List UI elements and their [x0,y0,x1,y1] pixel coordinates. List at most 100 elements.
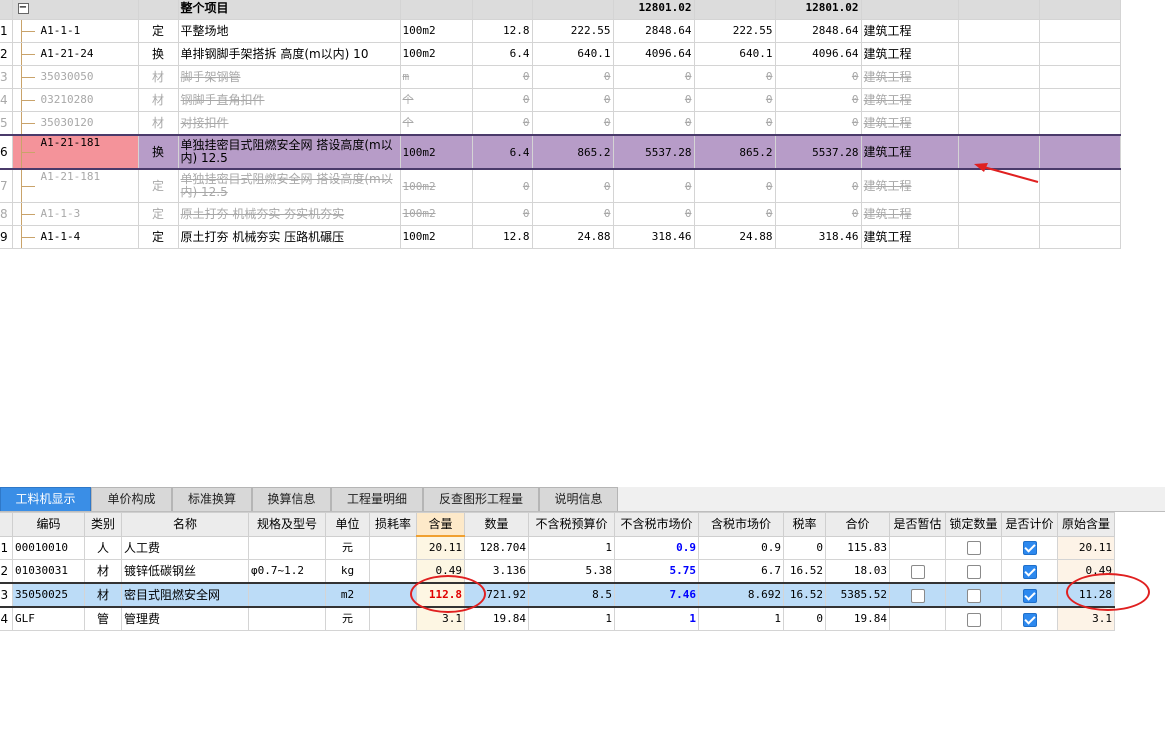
item-unit[interactable]: 100m2 [399,202,473,226]
item-category[interactable]: 建筑工程 [860,88,959,112]
resource-tax-market-price[interactable]: 1 [698,606,784,631]
column-header-1[interactable]: 编码 [12,512,85,537]
item-unit-price-2[interactable]: 0 [693,168,776,203]
item-total-2[interactable]: 0 [774,111,862,136]
item-row[interactable]: 4 03210280 材钢脚手直角扣件个 0 0 0 0 0 建筑工程 [0,88,1121,112]
lock-quantity-checkbox[interactable] [945,535,1002,560]
item-row[interactable]: 7 A1-21-181 定单独挂密目式阻燃安全网 搭设高度(m以内) 12.5 100… [0,168,1121,203]
tab-6[interactable]: 反查图形工程量 [423,487,539,511]
empty-cell[interactable] [1038,65,1121,89]
item-unit[interactable]: 100m2 [399,134,473,170]
row-number[interactable]: 4 [0,88,13,112]
resource-total[interactable]: 115.83 [825,535,890,560]
item-total-2[interactable]: 318.46 [774,225,862,249]
checkbox[interactable] [1022,541,1037,556]
empty-cell[interactable] [1038,225,1121,249]
is-priced-checkbox[interactable] [1001,535,1058,560]
row-number[interactable]: 5 [0,111,13,136]
is-estimate-checkbox[interactable] [889,606,946,631]
empty-cell[interactable] [957,65,1040,89]
item-name[interactable]: 原土打夯 机械夯实 压路机碾压 [177,225,401,249]
column-header-9[interactable]: 不含税预算价 [528,512,615,537]
column-header-16[interactable]: 是否计价 [1001,512,1058,537]
item-name[interactable]: 单独挂密目式阻燃安全网 搭设高度(m以内) 12.5 [177,134,401,170]
checkbox[interactable] [966,588,981,603]
checkbox[interactable] [1022,588,1037,603]
row-number[interactable]: 1 [0,535,13,560]
resource-code[interactable]: 00010010 [12,535,85,560]
item-row[interactable]: 2 A1-21-24 换单排钢脚手架搭拆 高度(m以内) 10 100m2 6.4 640… [0,42,1121,66]
lock-quantity-checkbox[interactable] [945,582,1002,608]
resource-original-content[interactable]: 0.49 [1057,559,1115,584]
item-unit-price[interactable]: 222.55 [531,19,614,43]
resource-budget-price[interactable]: 5.38 [528,559,615,584]
resource-loss-rate[interactable] [369,606,417,631]
checkbox[interactable] [1022,612,1037,627]
item-total[interactable]: 0 [612,88,695,112]
column-header-17[interactable]: 原始含量 [1057,512,1115,537]
item-unit-price-2[interactable]: 222.55 [693,19,776,43]
item-category[interactable]: 建筑工程 [860,65,959,89]
resource-quantity[interactable]: 721.92 [464,582,529,608]
item-name[interactable]: 单排钢脚手架搭拆 高度(m以内) 10 [177,42,401,66]
empty-cell[interactable] [957,202,1040,226]
item-total[interactable]: 0 [612,168,695,203]
empty-cell[interactable] [957,225,1040,249]
item-unit-price-2[interactable]: 0 [693,88,776,112]
item-code[interactable]: 35030120 [11,111,139,136]
item-unit-price-2[interactable]: 0 [693,65,776,89]
empty-cell[interactable] [1038,111,1121,136]
item-total[interactable]: 0 [612,202,695,226]
empty-cell[interactable] [957,42,1040,66]
tab-4[interactable]: 换算信息 [252,487,331,511]
item-category[interactable]: 建筑工程 [860,202,959,226]
item-total-2[interactable]: 4096.64 [774,42,862,66]
row-number[interactable]: 8 [0,202,13,226]
item-unit-price[interactable]: 0 [531,202,614,226]
lock-quantity-checkbox[interactable] [945,559,1002,584]
resource-tax-market-price[interactable]: 6.7 [698,559,784,584]
resource-unit[interactable]: kg [325,559,370,584]
is-priced-checkbox[interactable] [1001,582,1058,608]
item-total[interactable]: 0 [612,111,695,136]
item-total-2[interactable]: 0 [774,202,862,226]
column-header-15[interactable]: 锁定数量 [945,512,1002,537]
is-priced-checkbox[interactable] [1001,559,1058,584]
item-category[interactable]: 建筑工程 [860,225,959,249]
item-unit-price-2[interactable]: 640.1 [693,42,776,66]
empty-cell[interactable] [1038,202,1121,226]
item-row[interactable]: 6 A1-21-181 换单独挂密目式阻燃安全网 搭设高度(m以内) 12.5 100… [0,134,1121,170]
item-quantity[interactable]: 0 [471,88,533,112]
item-type[interactable]: 材 [137,111,179,136]
resource-type[interactable]: 人 [84,535,122,560]
resource-row[interactable]: 1 00010010 人人工费元 20.11 128.704 1 0.9 0.9 0 115.83… [0,535,1115,560]
item-total[interactable]: 2848.64 [612,19,695,43]
resource-type[interactable]: 材 [84,582,122,608]
item-unit-price-2[interactable]: 0 [693,111,776,136]
item-category[interactable]: 建筑工程 [860,42,959,66]
item-code[interactable]: A1-1-1 [11,19,139,43]
is-priced-checkbox[interactable] [1001,606,1058,631]
resource-row[interactable]: 2 01030031 材镀锌低碳钢丝 φ0.7~1.2 kg 0.49 3.136 5.38 5… [0,559,1115,584]
resource-market-price[interactable]: 7.46 [614,582,699,608]
resource-code[interactable]: 01030031 [12,559,85,584]
item-type[interactable]: 定 [137,19,179,43]
column-header-5[interactable]: 单位 [325,512,370,537]
row-number[interactable]: 2 [0,42,13,66]
tab-1[interactable]: 工料机显示 [0,487,91,511]
empty-cell[interactable] [1038,88,1121,112]
resource-content[interactable]: 0.49 [416,559,465,584]
item-quantity[interactable]: 0 [471,111,533,136]
column-header-13[interactable]: 合价 [825,512,890,537]
item-type[interactable]: 换 [137,134,179,170]
row-number[interactable]: 3 [0,582,13,608]
resource-type[interactable]: 材 [84,559,122,584]
item-row[interactable]: 8 A1-1-3 定原土打夯 机械夯实 夯实机夯实 100m2 0 0 0 0 0 建筑工程 [0,202,1121,226]
item-type[interactable]: 材 [137,65,179,89]
is-estimate-checkbox[interactable] [889,535,946,560]
resource-unit[interactable]: m2 [325,582,370,608]
resource-name[interactable]: 镀锌低碳钢丝 [121,559,249,584]
resource-total[interactable]: 19.84 [825,606,890,631]
item-total-2[interactable]: 5537.28 [774,134,862,170]
item-quantity[interactable]: 6.4 [471,134,533,170]
